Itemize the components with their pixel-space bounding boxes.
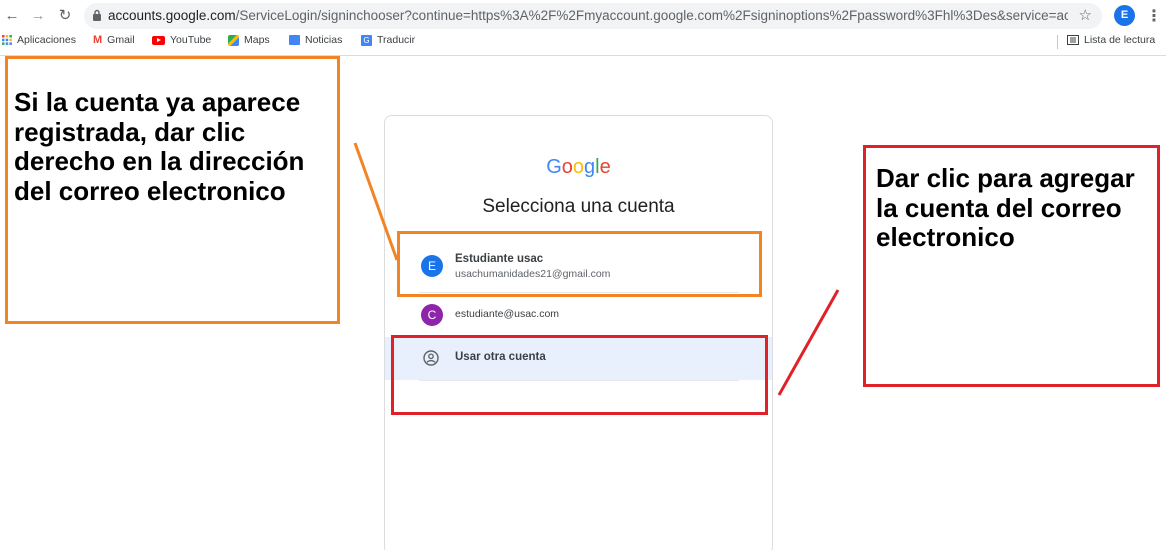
reading-list-label: Lista de lectura [1084, 34, 1156, 46]
url-text: accounts.google.com/ServiceLogin/signinc… [108, 8, 1068, 23]
bookmark-label: Noticias [305, 34, 343, 46]
bookmark-star-icon[interactable]: ☆ [1079, 6, 1092, 24]
bookmark-traducir[interactable]: G Traducir [361, 34, 415, 46]
connector-line-right [777, 289, 840, 396]
profile-avatar[interactable]: E [1114, 5, 1135, 26]
bookmarks-bar: Aplicaciones M Gmail YouTube Maps Notici… [0, 32, 1166, 52]
annotation-text-left: Si la cuenta ya aparece registrada, dar … [14, 87, 305, 206]
account-email: estudiante@usac.com [455, 308, 560, 320]
account-row-2[interactable]: C estudiante@usac.com [385, 294, 772, 336]
news-icon [289, 35, 300, 45]
forward-arrow-icon[interactable]: → [28, 6, 48, 26]
highlight-other-account-box [391, 335, 768, 415]
bookmark-maps[interactable]: Maps [228, 34, 270, 46]
browser-toolbar: ← → ↻ accounts.google.com/ServiceLogin/s… [0, 0, 1166, 32]
lock-icon [93, 9, 101, 21]
youtube-icon [152, 35, 165, 45]
account-avatar: C [421, 304, 443, 326]
bookmark-gmail[interactable]: M Gmail [93, 34, 135, 46]
menu-kebab-icon[interactable]: ⋮ [1146, 6, 1162, 26]
address-bar[interactable]: accounts.google.com/ServiceLogin/signinc… [84, 3, 1102, 29]
bookmark-label: Traducir [377, 34, 416, 46]
account-chooser-card: Google Selecciona una cuenta E Estudiant… [384, 115, 773, 550]
bookmark-youtube[interactable]: YouTube [152, 34, 211, 46]
bookmark-label: Aplicaciones [17, 34, 76, 46]
apps-grid-icon [2, 35, 12, 45]
annotation-text-right: Dar clic para agregar la cuenta del corr… [876, 163, 1135, 253]
maps-icon [228, 34, 239, 46]
bookmark-noticias[interactable]: Noticias [289, 34, 342, 46]
bookmarks-separator [1057, 35, 1058, 49]
reload-icon[interactable]: ↻ [55, 6, 75, 26]
reading-list-icon [1067, 35, 1079, 45]
back-arrow-icon[interactable]: ← [2, 6, 22, 26]
card-title: Selecciona una cuenta [482, 196, 675, 217]
gmail-icon: M [93, 34, 103, 46]
bookmark-label: YouTube [170, 34, 212, 46]
bookmark-label: Gmail [107, 34, 135, 46]
reading-list-button[interactable]: Lista de lectura [1067, 34, 1155, 46]
bookmark-label: Maps [244, 34, 270, 46]
highlight-account-box [397, 231, 762, 297]
bookmark-apps[interactable]: Aplicaciones [2, 34, 76, 46]
google-logo: Google [546, 156, 611, 178]
translate-icon: G [361, 34, 372, 46]
